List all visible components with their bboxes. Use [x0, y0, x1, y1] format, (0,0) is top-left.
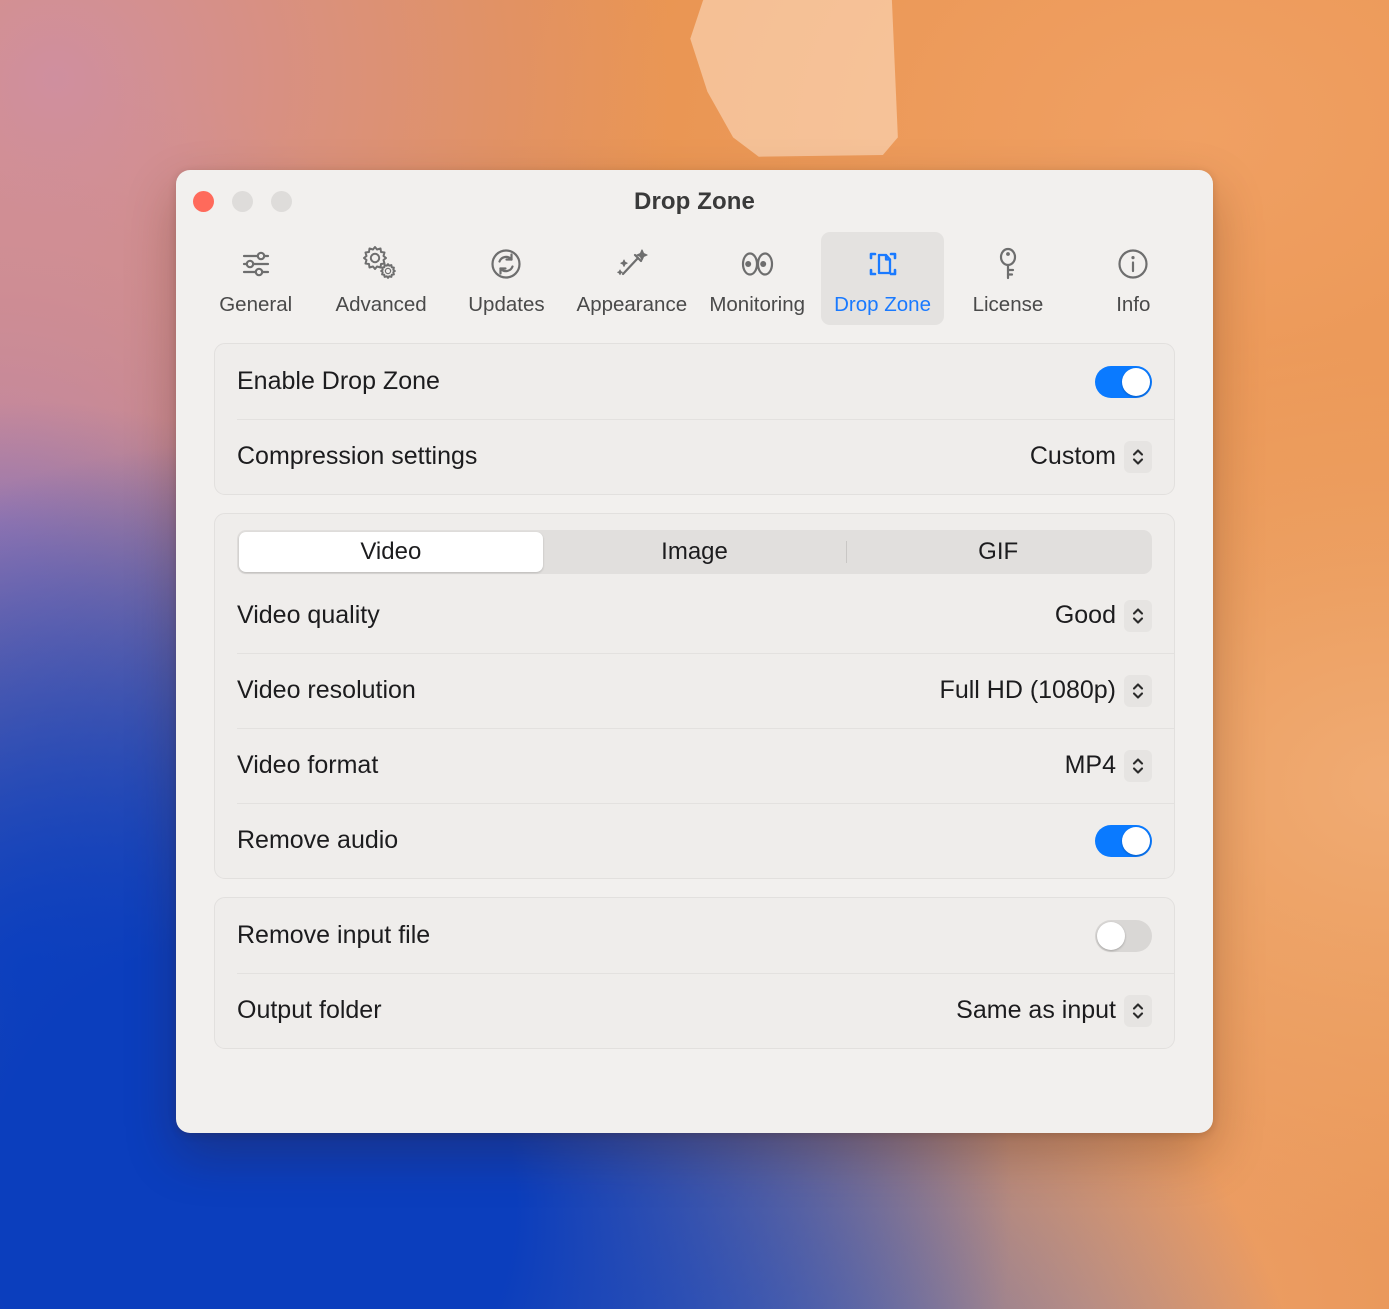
enable-drop-zone-control: [1095, 366, 1152, 398]
tab-license[interactable]: License: [946, 232, 1069, 325]
tab-advanced[interactable]: Advanced: [319, 232, 442, 325]
gears-icon: [360, 242, 402, 286]
row-video-resolution: Video resolution Full HD (1080p): [215, 653, 1174, 728]
video-format-value: MP4: [1065, 751, 1116, 780]
row-video-format: Video format MP4: [215, 728, 1174, 803]
video-quality-popup[interactable]: Good: [1055, 600, 1152, 632]
row-video-quality: Video quality Good: [215, 578, 1174, 653]
segment-video[interactable]: Video: [239, 532, 543, 572]
media-type-segmented-control: Video Image GIF: [237, 530, 1152, 574]
remove-input-file-toggle[interactable]: [1095, 920, 1152, 952]
remove-audio-control: [1095, 825, 1152, 857]
tab-general[interactable]: General: [194, 232, 317, 325]
eyes-icon: [735, 242, 779, 286]
tab-info-label: Info: [1116, 293, 1150, 317]
magic-wand-icon: [611, 242, 653, 286]
desktop-background: Drop Zone General: [0, 0, 1389, 1309]
segment-video-label: Video: [360, 538, 421, 566]
refresh-icon: [486, 242, 526, 286]
segment-image-label: Image: [661, 538, 728, 566]
segment-gif-label: GIF: [978, 538, 1018, 566]
remove-input-file-control: [1095, 920, 1152, 952]
enable-drop-zone-label: Enable Drop Zone: [237, 367, 440, 396]
document-scan-icon: [862, 242, 904, 286]
tab-appearance[interactable]: Appearance: [570, 232, 693, 325]
preferences-content: Enable Drop Zone Compression settings Cu…: [176, 343, 1213, 1089]
chevron-updown-icon: [1124, 750, 1152, 782]
tab-drop-zone[interactable]: Drop Zone: [821, 232, 944, 325]
compression-settings-popup[interactable]: Custom: [1030, 441, 1152, 473]
compression-settings-value: Custom: [1030, 442, 1116, 471]
row-compression-settings: Compression settings Custom: [215, 419, 1174, 494]
key-icon: [988, 242, 1028, 286]
preferences-toolbar: General Advanced: [176, 232, 1213, 343]
tab-monitoring[interactable]: Monitoring: [696, 232, 819, 325]
video-quality-label: Video quality: [237, 601, 380, 630]
remove-audio-toggle[interactable]: [1095, 825, 1152, 857]
output-folder-value: Same as input: [956, 996, 1116, 1025]
tab-appearance-label: Appearance: [577, 293, 688, 317]
chevron-updown-icon: [1124, 675, 1152, 707]
video-resolution-popup[interactable]: Full HD (1080p): [940, 675, 1152, 707]
tab-drop-zone-label: Drop Zone: [834, 293, 931, 317]
tab-general-label: General: [219, 293, 292, 317]
toggle-knob: [1122, 827, 1150, 855]
toggle-knob: [1097, 922, 1125, 950]
video-resolution-label: Video resolution: [237, 676, 416, 705]
toggle-knob: [1122, 368, 1150, 396]
group-output: Remove input file Output folder Same as …: [214, 897, 1175, 1049]
sliders-icon: [236, 242, 276, 286]
row-remove-input-file: Remove input file: [215, 898, 1174, 973]
preferences-window: Drop Zone General: [176, 170, 1213, 1133]
tab-license-label: License: [973, 293, 1044, 317]
output-folder-popup[interactable]: Same as input: [956, 995, 1152, 1027]
chevron-updown-icon: [1124, 995, 1152, 1027]
segment-image[interactable]: Image: [543, 532, 847, 572]
segment-gif[interactable]: GIF: [846, 532, 1150, 572]
info-circle-icon: [1113, 242, 1153, 286]
group-general: Enable Drop Zone Compression settings Cu…: [214, 343, 1175, 495]
chevron-updown-icon: [1124, 600, 1152, 632]
video-format-label: Video format: [237, 751, 378, 780]
enable-drop-zone-toggle[interactable]: [1095, 366, 1152, 398]
window-titlebar: Drop Zone: [176, 170, 1213, 232]
tab-updates[interactable]: Updates: [445, 232, 568, 325]
tab-advanced-label: Advanced: [335, 293, 426, 317]
video-quality-value: Good: [1055, 601, 1116, 630]
compression-settings-label: Compression settings: [237, 442, 477, 471]
group-media-settings: Video Image GIF Video quality Good: [214, 513, 1175, 879]
remove-input-file-label: Remove input file: [237, 921, 430, 950]
row-remove-audio: Remove audio: [215, 803, 1174, 878]
media-type-segmented-wrap: Video Image GIF: [215, 514, 1174, 578]
chevron-updown-icon: [1124, 441, 1152, 473]
tab-monitoring-label: Monitoring: [709, 293, 805, 317]
row-output-folder: Output folder Same as input: [215, 973, 1174, 1048]
window-title: Drop Zone: [176, 188, 1213, 216]
tab-info[interactable]: Info: [1072, 232, 1195, 325]
video-format-popup[interactable]: MP4: [1065, 750, 1152, 782]
row-enable-drop-zone: Enable Drop Zone: [215, 344, 1174, 419]
tab-updates-label: Updates: [468, 293, 544, 317]
video-resolution-value: Full HD (1080p): [940, 676, 1116, 705]
remove-audio-label: Remove audio: [237, 826, 398, 855]
output-folder-label: Output folder: [237, 996, 382, 1025]
